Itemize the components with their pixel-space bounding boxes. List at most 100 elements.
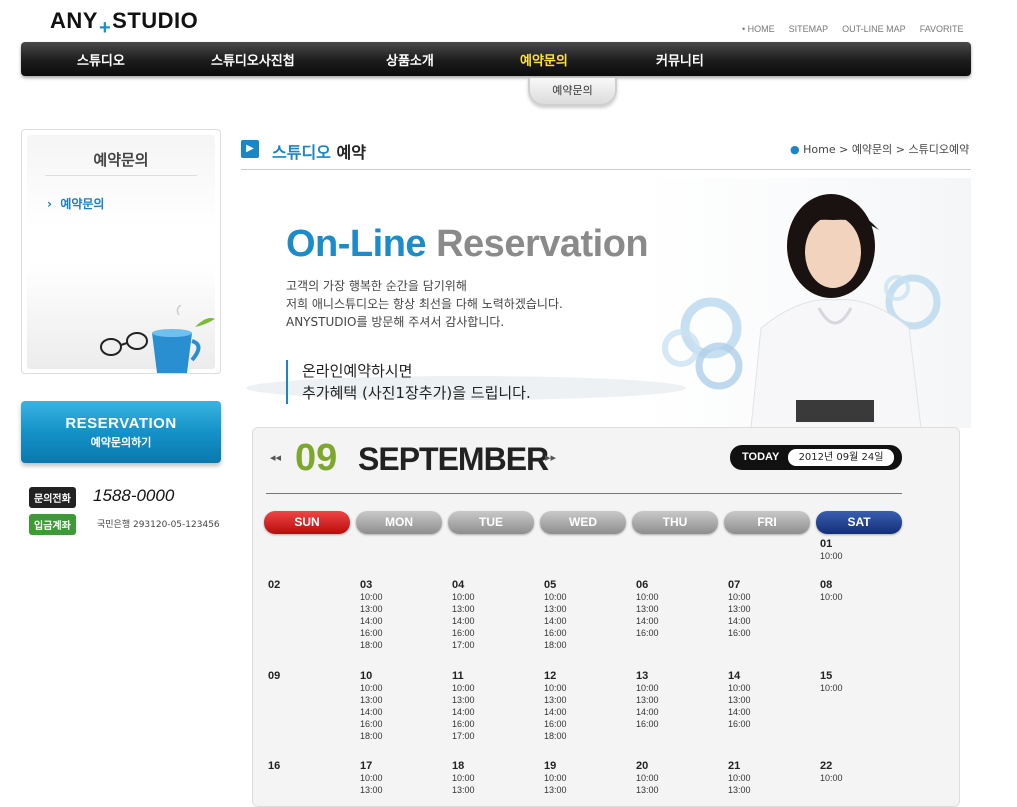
time-slot[interactable]: 14:00 bbox=[544, 706, 567, 718]
calendar-day-21[interactable]: 21 10:00 13:00 bbox=[728, 760, 751, 796]
logo[interactable]: ANY+STUDIO bbox=[50, 8, 198, 39]
sidebar-item-reservation[interactable]: › 예약문의 bbox=[47, 195, 104, 212]
calendar-day-20[interactable]: 20 10:00 13:00 bbox=[636, 760, 659, 796]
time-slot[interactable]: 16:00 bbox=[544, 718, 567, 730]
time-slot[interactable]: 14:00 bbox=[360, 706, 383, 718]
time-slot[interactable]: 10:00 bbox=[452, 591, 475, 603]
time-slot[interactable]: 17:00 bbox=[452, 639, 475, 651]
time-slot[interactable]: 18:00 bbox=[360, 730, 383, 742]
time-slot[interactable]: 13:00 bbox=[360, 694, 383, 706]
nav-products[interactable]: 상품소개 bbox=[386, 50, 434, 69]
time-slot[interactable]: 10:00 bbox=[636, 591, 659, 603]
time-slot[interactable]: 13:00 bbox=[360, 603, 383, 615]
calendar-day-07[interactable]: 07 10:00 13:00 14:00 16:00 bbox=[728, 579, 751, 639]
time-slot[interactable]: 10:00 bbox=[452, 772, 475, 784]
calendar-day-09[interactable]: 09 bbox=[268, 670, 280, 682]
time-slot[interactable]: 13:00 bbox=[728, 603, 751, 615]
time-slot[interactable]: 14:00 bbox=[360, 615, 383, 627]
nav-reservation[interactable]: 예약문의 bbox=[520, 50, 568, 69]
calendar-day-16[interactable]: 16 bbox=[268, 760, 280, 772]
time-slot[interactable]: 16:00 bbox=[452, 627, 475, 639]
time-slot[interactable]: 14:00 bbox=[728, 615, 751, 627]
time-slot[interactable]: 10:00 bbox=[636, 682, 659, 694]
nav-studio-album[interactable]: 스튜디오사진첩 bbox=[211, 50, 295, 69]
time-slot[interactable]: 10:00 bbox=[728, 772, 751, 784]
time-slot[interactable]: 16:00 bbox=[728, 627, 751, 639]
next-month-icon[interactable]: ▸▸ bbox=[545, 451, 556, 464]
time-slot[interactable]: 14:00 bbox=[636, 706, 659, 718]
calendar-day-10[interactable]: 10 10:00 13:00 14:00 16:00 18:00 bbox=[360, 670, 383, 742]
time-slot[interactable]: 10:00 bbox=[544, 682, 567, 694]
calendar-day-22[interactable]: 22 10:00 bbox=[820, 760, 843, 784]
calendar-day-15[interactable]: 15 10:00 bbox=[820, 670, 843, 694]
time-slot[interactable]: 16:00 bbox=[360, 718, 383, 730]
time-slot[interactable]: 10:00 bbox=[360, 682, 383, 694]
top-link-sitemap[interactable]: SITEMAP bbox=[789, 24, 829, 34]
calendar-day-04[interactable]: 04 10:00 13:00 14:00 16:00 17:00 bbox=[452, 579, 475, 651]
time-slot[interactable]: 10:00 bbox=[820, 772, 843, 784]
time-slot[interactable]: 10:00 bbox=[728, 682, 751, 694]
time-slot[interactable]: 18:00 bbox=[544, 730, 567, 742]
time-slot[interactable]: 13:00 bbox=[544, 603, 567, 615]
reservation-button[interactable]: RESERVATION 예약문의하기 bbox=[21, 401, 221, 463]
prev-month-icon[interactable]: ◂◂ bbox=[270, 451, 281, 464]
time-slot[interactable]: 10:00 bbox=[728, 591, 751, 603]
time-slot[interactable]: 10:00 bbox=[820, 682, 843, 694]
time-slot[interactable]: 14:00 bbox=[452, 615, 475, 627]
calendar-day-08[interactable]: 08 10:00 bbox=[820, 579, 843, 603]
time-slot[interactable]: 16:00 bbox=[452, 718, 475, 730]
calendar-day-01[interactable]: 01 10:00 bbox=[820, 538, 843, 562]
time-slot[interactable]: 13:00 bbox=[636, 694, 659, 706]
time-slot[interactable]: 13:00 bbox=[360, 784, 383, 796]
time-slot[interactable]: 10:00 bbox=[360, 591, 383, 603]
calendar-day-03[interactable]: 03 10:00 13:00 14:00 16:00 18:00 bbox=[360, 579, 383, 651]
time-slot[interactable]: 13:00 bbox=[452, 603, 475, 615]
time-slot[interactable]: 18:00 bbox=[360, 639, 383, 651]
breadcrumb-home[interactable]: Home bbox=[803, 143, 835, 156]
time-slot[interactable]: 14:00 bbox=[452, 706, 475, 718]
calendar-day-17[interactable]: 17 10:00 13:00 bbox=[360, 760, 383, 796]
breadcrumb-reservation[interactable]: 예약문의 bbox=[852, 143, 892, 156]
subtab-reservation[interactable]: 예약문의 bbox=[528, 78, 617, 106]
time-slot[interactable]: 10:00 bbox=[360, 772, 383, 784]
time-slot[interactable]: 13:00 bbox=[728, 694, 751, 706]
time-slot[interactable]: 10:00 bbox=[544, 591, 567, 603]
time-slot[interactable]: 17:00 bbox=[452, 730, 475, 742]
nav-community[interactable]: 커뮤니티 bbox=[656, 50, 704, 69]
calendar-day-06[interactable]: 06 10:00 13:00 14:00 16:00 bbox=[636, 579, 659, 639]
time-slot[interactable]: 10:00 bbox=[820, 550, 843, 562]
calendar-day-13[interactable]: 13 10:00 13:00 14:00 16:00 bbox=[636, 670, 659, 730]
calendar-day-14[interactable]: 14 10:00 13:00 14:00 16:00 bbox=[728, 670, 751, 730]
time-slot[interactable]: 13:00 bbox=[452, 694, 475, 706]
time-slot[interactable]: 10:00 bbox=[820, 591, 843, 603]
top-link-home[interactable]: • HOME bbox=[742, 24, 775, 34]
calendar-day-12[interactable]: 12 10:00 13:00 14:00 16:00 18:00 bbox=[544, 670, 567, 742]
time-slot[interactable]: 13:00 bbox=[452, 784, 475, 796]
time-slot[interactable]: 13:00 bbox=[544, 694, 567, 706]
breadcrumb-studio-reservation[interactable]: 스튜디오예약 bbox=[909, 143, 970, 156]
time-slot[interactable]: 16:00 bbox=[544, 627, 567, 639]
time-slot[interactable]: 10:00 bbox=[636, 772, 659, 784]
time-slot[interactable]: 13:00 bbox=[728, 784, 751, 796]
time-slot[interactable]: 16:00 bbox=[636, 627, 659, 639]
calendar-day-02[interactable]: 02 bbox=[268, 579, 280, 591]
time-slot[interactable]: 13:00 bbox=[636, 784, 659, 796]
time-slot[interactable]: 16:00 bbox=[728, 718, 751, 730]
time-slot[interactable]: 14:00 bbox=[544, 615, 567, 627]
time-slot[interactable]: 10:00 bbox=[544, 772, 567, 784]
top-link-outline-map[interactable]: OUT-LINE MAP bbox=[842, 24, 906, 34]
time-slot[interactable]: 16:00 bbox=[636, 718, 659, 730]
time-slot[interactable]: 18:00 bbox=[544, 639, 567, 651]
time-slot[interactable]: 13:00 bbox=[544, 784, 567, 796]
time-slot[interactable]: 14:00 bbox=[636, 615, 659, 627]
time-slot[interactable]: 16:00 bbox=[360, 627, 383, 639]
nav-studio[interactable]: 스튜디오 bbox=[77, 50, 125, 69]
time-slot[interactable]: 14:00 bbox=[728, 706, 751, 718]
time-slot[interactable]: 10:00 bbox=[452, 682, 475, 694]
calendar-day-18[interactable]: 18 10:00 13:00 bbox=[452, 760, 475, 796]
time-slot[interactable]: 13:00 bbox=[636, 603, 659, 615]
calendar-day-05[interactable]: 05 10:00 13:00 14:00 16:00 18:00 bbox=[544, 579, 567, 651]
calendar-day-19[interactable]: 19 10:00 13:00 bbox=[544, 760, 567, 796]
top-link-favorite[interactable]: FAVORITE bbox=[920, 24, 964, 34]
calendar-day-11[interactable]: 11 10:00 13:00 14:00 16:00 17:00 bbox=[452, 670, 475, 742]
